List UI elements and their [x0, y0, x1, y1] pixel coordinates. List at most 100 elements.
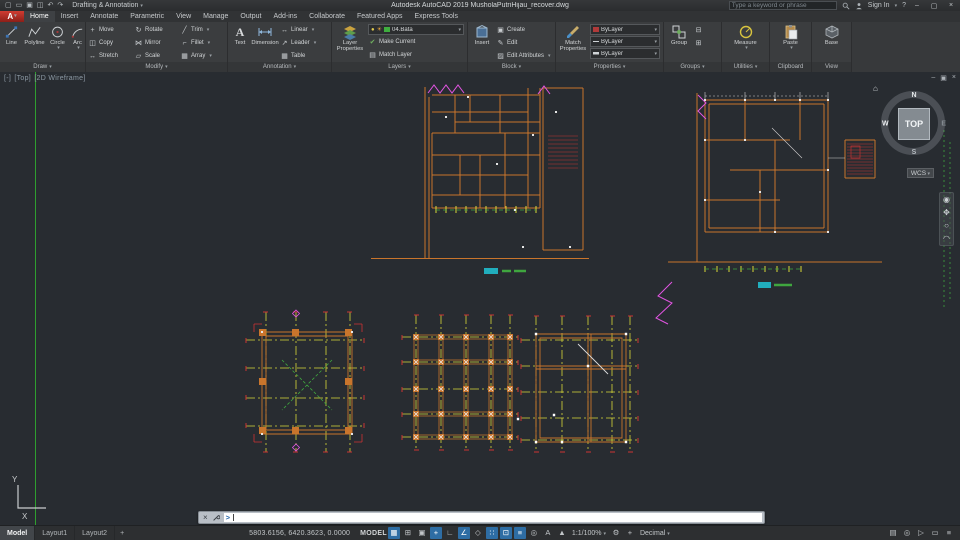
workspace-switching-button[interactable]: ⚙: [610, 527, 622, 539]
panel-label-clipboard[interactable]: Clipboard: [770, 62, 811, 72]
tab-parametric[interactable]: Parametric: [124, 11, 170, 22]
help-icon[interactable]: ?: [902, 0, 906, 11]
match-layer-tool[interactable]: ▤ Match Layer: [368, 49, 464, 61]
leader-tool[interactable]: ↗ Leader ▾: [280, 37, 329, 49]
dynamic-input-toggle[interactable]: +: [429, 527, 442, 539]
paste-button[interactable]: Paste ▾: [777, 24, 805, 52]
drawing-viewport[interactable]: Y X [-] [Top] [2D Wireframe] – ▣ × ⌂ N S…: [0, 72, 960, 525]
isolate-objects-button[interactable]: ◎: [901, 527, 913, 539]
scale-tool[interactable]: ▱ Scale: [134, 50, 178, 62]
orbit-icon[interactable]: ◠: [943, 234, 950, 243]
viewport-visual-style-control[interactable]: [2D Wireframe]: [34, 75, 85, 82]
array-tool[interactable]: ▦ Array ▾: [180, 50, 224, 62]
panel-label-draw[interactable]: Draw ▾: [0, 62, 85, 72]
panel-label-properties[interactable]: Properties ▾: [556, 62, 663, 72]
drawing-close-button[interactable]: ×: [952, 74, 956, 82]
annotation-monitor-toggle[interactable]: +: [624, 527, 636, 539]
layer-select[interactable]: ● ☀ 04.Bata ▾: [368, 24, 464, 35]
circle-tool[interactable]: Circle ▾: [48, 24, 67, 52]
search-icon[interactable]: [842, 2, 850, 10]
grid-mode-toggle[interactable]: ▦: [387, 527, 400, 539]
object-snap-toggle[interactable]: ⊡: [499, 527, 512, 539]
infer-constraints-toggle[interactable]: ▣: [416, 527, 428, 539]
snap-mode-toggle[interactable]: ⊞: [402, 527, 414, 539]
ortho-mode-toggle[interactable]: ∟: [444, 527, 456, 539]
panel-label-block[interactable]: Block ▾: [468, 62, 555, 72]
viewport-menu-control[interactable]: [-]: [4, 75, 11, 82]
zoom-icon[interactable]: ○: [944, 221, 949, 230]
layer-properties-button[interactable]: Layer Properties: [334, 24, 366, 53]
tab-annotate[interactable]: Annotate: [84, 11, 124, 22]
tab-model[interactable]: Model: [0, 525, 36, 540]
polyline-tool[interactable]: Polyline: [23, 24, 46, 46]
drawing-minimize-button[interactable]: –: [931, 74, 935, 82]
tab-view[interactable]: View: [170, 11, 197, 22]
match-properties-button[interactable]: Match Properties: [558, 24, 588, 53]
quick-properties-toggle[interactable]: ▤: [887, 527, 899, 539]
undo-icon[interactable]: ↶: [48, 0, 54, 11]
command-line-bar[interactable]: × >: [198, 511, 765, 524]
tab-layout1[interactable]: Layout1: [35, 525, 76, 540]
wcs-button[interactable]: WCS ▾: [906, 168, 934, 178]
tab-home[interactable]: Home: [24, 11, 55, 22]
group-edit-tool[interactable]: ⊞: [694, 37, 714, 49]
lineweight-toggle[interactable]: ≡: [513, 527, 526, 539]
redo-icon[interactable]: ↷: [57, 0, 63, 11]
panel-label-annotation[interactable]: Annotation ▾: [228, 62, 331, 72]
minimize-button[interactable]: –: [911, 2, 923, 9]
linear-dimension-tool[interactable]: ↔ Linear ▾: [280, 24, 329, 36]
selection-cycling-toggle[interactable]: ◎: [528, 527, 540, 539]
graphics-performance-toggle[interactable]: ▷: [915, 527, 927, 539]
mirror-tool[interactable]: ⋈ Mirror: [134, 37, 178, 49]
new-layout-button[interactable]: +: [115, 530, 129, 537]
ungroup-tool[interactable]: ⊟: [694, 24, 714, 36]
model-space-label[interactable]: MODEL: [360, 530, 387, 537]
annotation-visibility-toggle[interactable]: A: [542, 527, 554, 539]
annotation-scale-display[interactable]: 1:1/100% ▾: [572, 530, 606, 537]
insert-block-button[interactable]: Insert: [470, 24, 494, 46]
sign-in-button[interactable]: Sign In: [868, 2, 890, 9]
fillet-tool[interactable]: ⌐ Fillet ▾: [180, 37, 224, 49]
panel-label-view[interactable]: View: [812, 62, 851, 72]
customization-button[interactable]: ≡: [943, 527, 955, 539]
command-customize-icon[interactable]: [212, 514, 220, 522]
panel-label-utilities[interactable]: Utilities ▾: [722, 62, 769, 72]
trim-tool[interactable]: ╱ Trim ▾: [180, 24, 224, 36]
dimension-tool[interactable]: Dimension: [251, 24, 279, 46]
save-file-icon[interactable]: ▣: [26, 0, 33, 11]
ucs-icon[interactable]: Y X: [12, 475, 46, 521]
linetype-select[interactable]: ByLayer ▾: [590, 36, 660, 47]
autoscale-toggle[interactable]: ▲: [556, 527, 568, 539]
panel-label-layers[interactable]: Layers ▾: [332, 62, 467, 72]
tab-layout2[interactable]: Layout2: [75, 525, 116, 540]
tab-addins[interactable]: Add-ins: [267, 11, 303, 22]
rotate-tool[interactable]: ↻ Rotate: [134, 24, 178, 36]
line-tool[interactable]: Line: [2, 24, 21, 46]
viewcube-west[interactable]: W: [882, 121, 889, 128]
color-select[interactable]: ByLayer ▾: [590, 24, 660, 35]
tab-manage[interactable]: Manage: [197, 11, 234, 22]
stretch-tool[interactable]: ↔ Stretch: [88, 50, 132, 62]
tab-output[interactable]: Output: [234, 11, 267, 22]
object-snap-tracking-toggle[interactable]: ∷: [485, 527, 498, 539]
panel-label-modify[interactable]: Modify ▾: [86, 62, 227, 72]
move-tool[interactable]: + Move: [88, 24, 132, 36]
viewcube-east[interactable]: E: [941, 121, 946, 128]
restore-button[interactable]: ▢: [928, 2, 940, 10]
tab-featured-apps[interactable]: Featured Apps: [351, 11, 409, 22]
units-display[interactable]: Decimal ▾: [640, 530, 670, 537]
table-tool[interactable]: ▦ Table: [280, 50, 329, 62]
open-file-icon[interactable]: ▭: [16, 0, 23, 11]
viewcube-top-face[interactable]: TOP: [898, 108, 930, 140]
panel-label-groups[interactable]: Groups ▾: [664, 62, 721, 72]
group-button[interactable]: Group: [666, 24, 692, 46]
measure-button[interactable]: Measure ▾: [730, 24, 762, 52]
pan-icon[interactable]: ✥: [943, 208, 950, 217]
close-button[interactable]: ×: [945, 2, 957, 9]
polar-tracking-toggle[interactable]: ∠: [457, 527, 470, 539]
create-block-tool[interactable]: ▣ Create: [496, 24, 552, 36]
isometric-drafting-toggle[interactable]: ◇: [472, 527, 484, 539]
application-menu-button[interactable]: A ▾: [0, 11, 24, 22]
viewport-view-control[interactable]: [Top]: [14, 75, 31, 82]
viewcube-south[interactable]: S: [912, 149, 917, 156]
